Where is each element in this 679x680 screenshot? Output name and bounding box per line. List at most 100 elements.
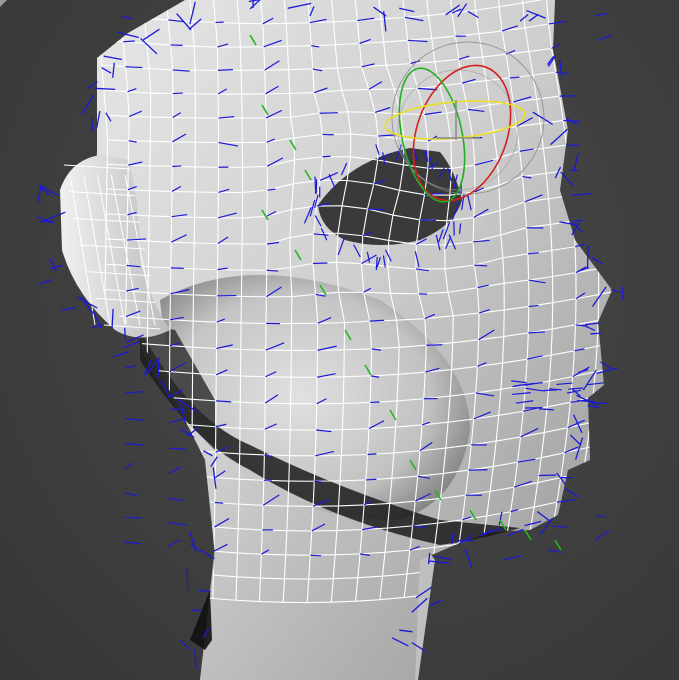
vertex-normal — [168, 447, 187, 450]
mesh-edge — [641, 311, 642, 336]
mesh-edge — [612, 412, 633, 417]
vertex-normal — [367, 208, 385, 211]
vertex-normal — [586, 245, 589, 269]
mesh-edge — [596, 341, 612, 347]
mesh-edge — [238, 479, 240, 505]
vertex-normal — [322, 155, 331, 158]
vertex-normal — [214, 501, 224, 504]
vertex-normal — [124, 462, 135, 469]
mesh-edge — [592, 560, 612, 566]
mesh-edge — [475, 563, 480, 588]
mesh-edge — [632, 135, 635, 160]
mesh-edge — [100, 539, 124, 543]
mesh-edge — [166, 570, 169, 595]
mesh-edge — [618, 213, 619, 238]
vertex-normal — [190, 609, 202, 612]
mesh-edge — [614, 160, 635, 164]
mesh-edge — [428, 590, 453, 596]
mesh-edge — [125, 392, 147, 396]
mesh-edge — [544, 569, 569, 575]
vertex-normal — [168, 539, 181, 548]
mesh-edge — [574, 39, 599, 46]
mesh-edge — [416, 243, 445, 246]
mesh-edge — [636, 362, 638, 387]
selected-normal — [524, 529, 532, 541]
mesh-edge — [103, 415, 126, 420]
vertex-normal — [474, 264, 488, 267]
mesh-edge — [593, 191, 597, 218]
mesh-edge — [608, 417, 612, 443]
vertex-normal — [50, 264, 63, 270]
vertex-normal — [124, 417, 143, 421]
mesh-edge — [103, 465, 125, 470]
mesh-edge — [574, 496, 580, 522]
mesh-edge — [641, 235, 642, 260]
mesh-edge — [146, 420, 170, 424]
vertex-normal — [170, 267, 184, 270]
mesh-edge — [95, 589, 120, 593]
mesh-edge — [598, 35, 612, 41]
vertex-normal — [168, 497, 184, 502]
mesh-edge — [606, 113, 612, 139]
mesh-edge — [265, 117, 268, 143]
mesh-edge — [342, 376, 345, 404]
mesh-edge — [552, 520, 576, 527]
mesh-edge — [590, 417, 612, 424]
mesh-edge — [118, 566, 123, 592]
mesh-edge — [635, 160, 638, 185]
mesh-edge — [455, 543, 460, 568]
mesh-edge — [616, 184, 637, 188]
mesh-edge — [237, 504, 240, 529]
vertex-normal — [597, 34, 612, 41]
mesh-edge — [599, 65, 605, 90]
mesh-edge — [98, 564, 122, 568]
mesh-edge — [620, 311, 641, 316]
mesh-edge — [266, 116, 291, 119]
mesh-edge — [288, 68, 313, 71]
mesh-edge — [96, 14, 101, 41]
mesh-edge — [240, 348, 266, 351]
mesh-edge — [191, 524, 215, 528]
mesh-edge — [264, 428, 291, 431]
mesh-edge — [565, 145, 570, 171]
mesh-edge — [591, 162, 612, 168]
mesh-edge — [521, 573, 545, 580]
vertex-normal — [189, 532, 197, 552]
mesh-edge — [588, 141, 593, 167]
vertex-normal — [217, 69, 234, 71]
vertex-normal — [124, 492, 138, 497]
mesh-edge — [168, 472, 192, 477]
vertex-normal — [87, 81, 98, 89]
vertex-normal — [38, 279, 52, 285]
vertex-normal — [198, 589, 211, 593]
mesh-edge — [640, 210, 641, 235]
viewport-3d[interactable] — [0, 0, 679, 680]
mesh-edge — [551, 302, 554, 329]
vertex-normal — [113, 351, 129, 358]
mesh-edge — [118, 0, 122, 17]
mesh-edge — [452, 315, 454, 343]
mesh-edge — [259, 600, 284, 603]
mesh-edge — [548, 526, 554, 551]
vertex-normal — [588, 401, 609, 405]
mesh-edge — [527, 253, 530, 281]
mesh-edge — [615, 367, 617, 392]
mesh-edge — [618, 210, 639, 214]
mesh-edge — [617, 342, 619, 368]
mesh-edge — [521, 554, 527, 579]
mesh-edge — [145, 567, 169, 572]
vertex-normal — [555, 71, 570, 75]
vertex-normal — [314, 176, 317, 195]
mesh-edge — [593, 515, 598, 541]
vertex-normal — [502, 555, 522, 561]
mesh-edge — [603, 89, 608, 114]
mesh-edge — [146, 470, 169, 475]
mesh-edge — [620, 11, 622, 36]
mesh-edge — [129, 115, 151, 118]
mesh-edge — [578, 472, 584, 497]
mesh-edge — [639, 337, 641, 362]
mesh-edge — [588, 137, 611, 143]
vertex-normal — [595, 13, 608, 16]
vertex-normal — [565, 488, 579, 498]
mesh-edge — [103, 390, 126, 394]
